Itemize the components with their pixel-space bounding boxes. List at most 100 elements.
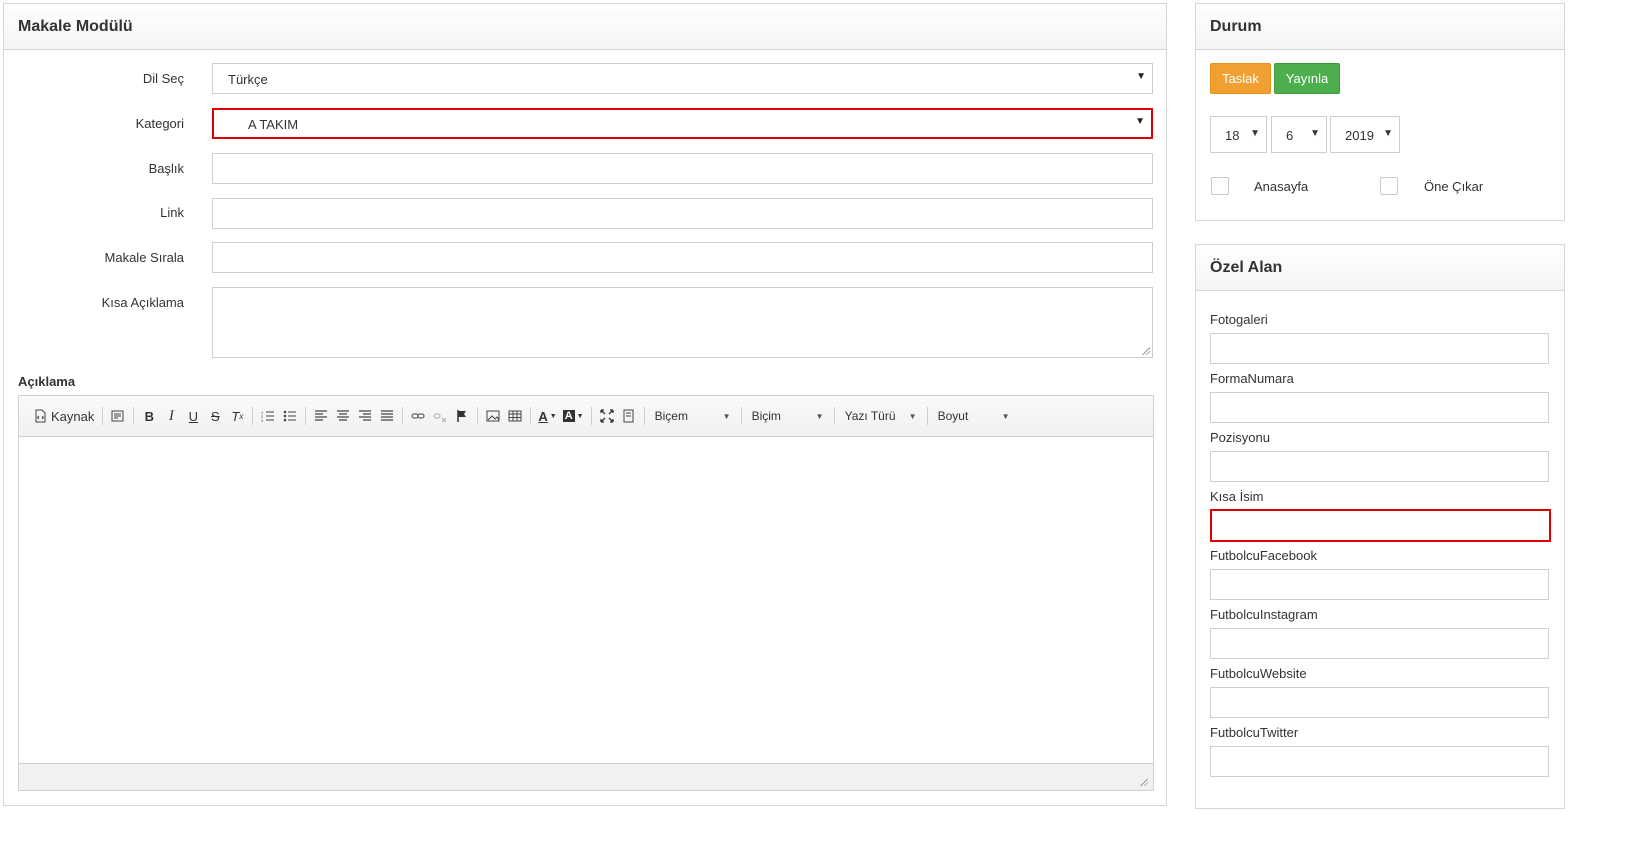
sirala-label: Makale Sırala — [104, 250, 184, 265]
numbered-list-icon: 123 — [261, 410, 275, 423]
caret-down-icon: ▼ — [1001, 411, 1010, 421]
toolbar-separator — [305, 407, 307, 425]
italic-button[interactable]: I — [160, 405, 182, 427]
bold-button[interactable]: B — [138, 405, 160, 427]
toolbar-separator — [102, 407, 104, 425]
caret-down-icon: ▼ — [549, 412, 557, 420]
font-combo-label: Yazı Türü — [844, 409, 896, 423]
dil-value: Türkçe — [228, 72, 268, 87]
toolbar-separator — [590, 407, 592, 425]
font-combo[interactable]: Yazı Türü ▼ — [839, 405, 923, 427]
remove-format-button[interactable]: Tx — [226, 405, 248, 427]
kategori-label: Kategori — [135, 116, 184, 131]
align-right-icon — [359, 410, 372, 421]
month-select[interactable]: 6 ▼ — [1271, 116, 1327, 153]
fotogaleri-input[interactable] — [1210, 333, 1549, 364]
anasayfa-checkbox[interactable] — [1211, 177, 1229, 195]
kategori-value: A TAKIM — [248, 117, 299, 132]
text-color-button[interactable]: A ▼ — [535, 405, 559, 427]
unlink-button[interactable] — [429, 405, 451, 427]
durum-panel: Durum Taslak Yayınla 18 ▼ 6 ▼ 2019 ▼ Ana… — [1195, 3, 1565, 221]
chevron-down-icon: ▼ — [1135, 116, 1145, 127]
link-icon — [411, 413, 425, 419]
table-button[interactable] — [504, 405, 526, 427]
kisa-aciklama-textarea[interactable] — [212, 287, 1153, 358]
anchor-button[interactable] — [451, 405, 473, 427]
caret-down-icon: ▼ — [576, 412, 584, 420]
forma-numara-label: FormaNumara — [1210, 371, 1294, 386]
baslik-input[interactable] — [212, 153, 1153, 184]
justify-button[interactable] — [376, 405, 398, 427]
toolbar-separator — [926, 407, 928, 425]
link-input[interactable] — [212, 198, 1153, 229]
size-combo-label: Boyut — [937, 409, 969, 423]
dil-select[interactable]: Türkçe ▼ — [212, 63, 1153, 94]
instagram-input[interactable] — [1210, 628, 1549, 659]
align-left-button[interactable] — [310, 405, 332, 427]
dil-label: Dil Seç — [142, 71, 184, 86]
toolbar-separator — [740, 407, 742, 425]
templates-icon — [111, 410, 124, 422]
forma-numara-input[interactable] — [1210, 392, 1549, 423]
kisa-isim-label: Kısa İsim — [1210, 489, 1264, 504]
panel-title: Makale Modülü — [4, 4, 1166, 50]
editor-toolbar: Kaynak B I U S Tx 123 A ▼ A ▼ Biçem ▼ Bi… — [19, 396, 1153, 437]
unlink-icon — [433, 413, 447, 423]
templates-button[interactable] — [107, 405, 129, 427]
image-button[interactable] — [482, 405, 504, 427]
strikethrough-button[interactable]: S — [204, 405, 226, 427]
chevron-down-icon: ▼ — [1383, 128, 1393, 139]
svg-text:3: 3 — [261, 418, 264, 423]
kategori-select[interactable]: A TAKIM ▼ — [212, 108, 1153, 139]
caret-down-icon: ▼ — [908, 411, 917, 421]
year-select[interactable]: 2019 ▼ — [1330, 116, 1400, 153]
resize-grip-icon[interactable] — [1142, 347, 1150, 355]
text-color-icon: A — [538, 408, 548, 424]
one-cikar-checkbox[interactable] — [1380, 177, 1398, 195]
instagram-label: FutbolcuInstagram — [1210, 607, 1318, 622]
align-center-button[interactable] — [332, 405, 354, 427]
caret-down-icon: ▼ — [815, 411, 824, 421]
show-blocks-button[interactable] — [618, 405, 640, 427]
source-button[interactable]: Kaynak — [29, 405, 98, 427]
underline-button[interactable]: U — [182, 405, 204, 427]
link-label: Link — [160, 205, 184, 220]
numbered-list-button[interactable]: 123 — [257, 405, 279, 427]
maximize-icon — [599, 409, 614, 423]
toolbar-separator — [252, 407, 254, 425]
pozisyonu-input[interactable] — [1210, 451, 1549, 482]
show-blocks-icon — [623, 409, 634, 423]
taslak-button[interactable]: Taslak — [1210, 63, 1271, 94]
table-icon — [508, 410, 522, 422]
format-combo-label: Biçim — [751, 409, 781, 423]
bullet-list-button[interactable] — [279, 405, 301, 427]
align-right-button[interactable] — [354, 405, 376, 427]
makale-sirala-input[interactable] — [212, 242, 1153, 273]
justify-icon — [381, 410, 394, 421]
aciklama-label: Açıklama — [18, 374, 76, 389]
chevron-down-icon: ▼ — [1310, 128, 1320, 139]
website-input[interactable] — [1210, 687, 1549, 718]
twitter-input[interactable] — [1210, 746, 1549, 777]
facebook-input[interactable] — [1210, 569, 1549, 600]
align-left-icon — [315, 410, 328, 421]
format-combo[interactable]: Biçim ▼ — [746, 405, 830, 427]
styles-combo[interactable]: Biçem ▼ — [649, 405, 737, 427]
toolbar-separator — [477, 407, 479, 425]
anasayfa-label: Anasayfa — [1254, 179, 1309, 194]
link-button[interactable] — [407, 405, 429, 427]
bg-color-icon: A — [562, 410, 575, 422]
chevron-down-icon: ▼ — [1136, 71, 1146, 82]
source-icon — [35, 409, 46, 423]
bg-color-button[interactable]: A ▼ — [560, 405, 587, 427]
day-select[interactable]: 18 ▼ — [1210, 116, 1267, 153]
toolbar-separator — [402, 407, 404, 425]
kisa-isim-input[interactable] — [1210, 509, 1551, 542]
size-combo[interactable]: Boyut ▼ — [932, 405, 1016, 427]
facebook-label: FutbolcuFacebook — [1210, 548, 1317, 563]
image-icon — [486, 410, 500, 422]
resize-grip-icon[interactable] — [1140, 778, 1148, 786]
editor-content-area[interactable] — [19, 437, 1153, 762]
yayinla-button[interactable]: Yayınla — [1274, 63, 1340, 94]
maximize-button[interactable] — [596, 405, 618, 427]
